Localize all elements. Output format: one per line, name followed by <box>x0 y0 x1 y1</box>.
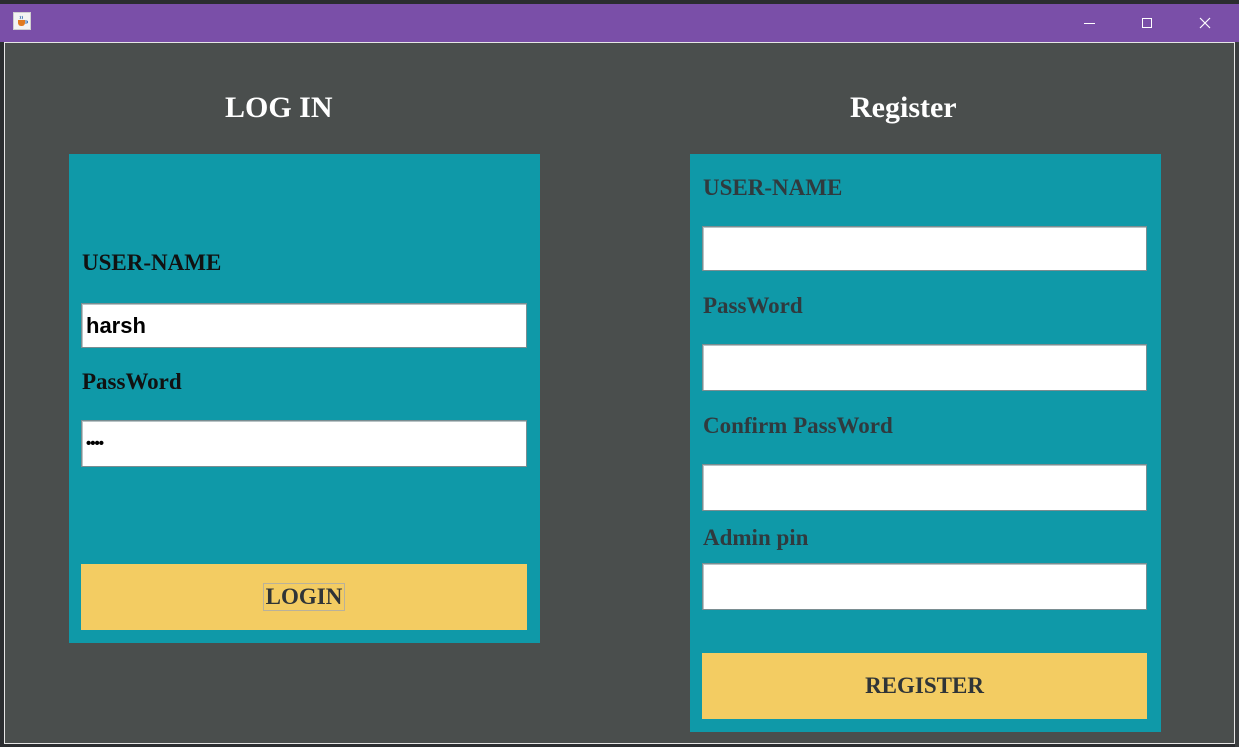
login-button-label: LOGIN <box>262 583 346 611</box>
login-username-label: USER-NAME <box>82 250 222 275</box>
admin-pin-input[interactable] <box>702 563 1147 610</box>
register-username-label: USER-NAME <box>703 175 843 200</box>
register-heading: Register <box>850 91 957 124</box>
login-panel: USER-NAME harsh PassWord •••• LOGIN <box>69 154 540 643</box>
window-edge <box>1235 42 1239 747</box>
register-username-input[interactable] <box>702 226 1147 271</box>
minimize-button[interactable] <box>1060 4 1118 42</box>
admin-pin-label: Admin pin <box>703 525 809 550</box>
login-heading: LOG IN <box>225 91 333 124</box>
login-button[interactable]: LOGIN <box>81 564 527 630</box>
register-button-label: REGISTER <box>865 673 984 698</box>
title-bar <box>0 4 1239 42</box>
register-panel: USER-NAME PassWord Confirm PassWord Admi… <box>690 154 1161 732</box>
main-window: LOG IN Register USER-NAME harsh PassWord… <box>4 42 1235 744</box>
confirm-password-label: Confirm PassWord <box>703 413 893 438</box>
confirm-password-input[interactable] <box>702 464 1147 511</box>
minimize-icon <box>1083 22 1095 24</box>
register-button[interactable]: REGISTER <box>702 653 1147 719</box>
close-icon <box>1199 17 1211 29</box>
login-password-label: PassWord <box>82 369 182 394</box>
maximize-button[interactable] <box>1118 4 1176 42</box>
register-password-label: PassWord <box>703 293 803 318</box>
java-cup-icon[interactable] <box>13 12 31 30</box>
maximize-icon <box>1142 18 1152 28</box>
login-username-input[interactable]: harsh <box>81 303 527 348</box>
login-password-input[interactable]: •••• <box>81 420 527 467</box>
close-button[interactable] <box>1176 4 1234 42</box>
register-password-input[interactable] <box>702 344 1147 391</box>
